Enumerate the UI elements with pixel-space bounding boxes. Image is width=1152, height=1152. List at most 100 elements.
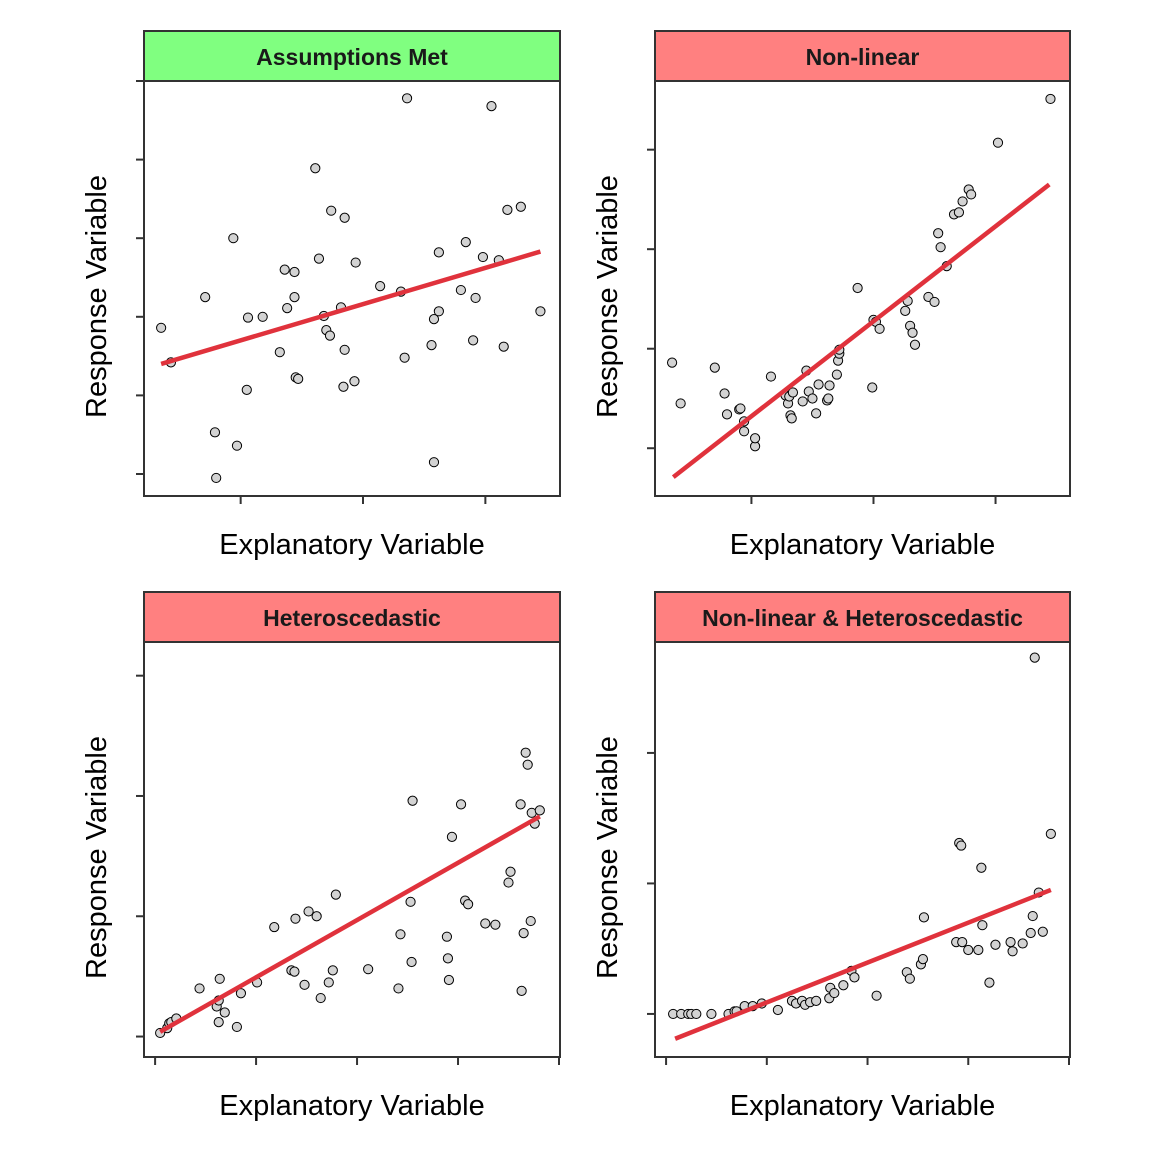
data-point: [871, 990, 882, 1001]
data-point: [470, 292, 481, 304]
data-point: [269, 921, 280, 933]
data-point: [957, 937, 968, 948]
data-point: [1005, 937, 1016, 948]
panel-title: Non-linear: [806, 44, 920, 70]
data-point: [490, 919, 501, 930]
data-point: [428, 457, 440, 468]
data-point: [966, 189, 977, 200]
data-point: [973, 944, 984, 956]
data-point: [480, 918, 491, 929]
data-point: [326, 205, 337, 216]
data-point: [339, 212, 350, 223]
data-point: [486, 101, 497, 112]
panel-title: Non-linear & Heteroscedastic: [702, 605, 1023, 631]
data-point: [963, 944, 974, 956]
x-axis-title: Explanatory Variable: [219, 1090, 484, 1122]
data-point: [917, 954, 929, 965]
data-point: [242, 312, 254, 323]
data-point: [823, 393, 834, 404]
data-point: [214, 973, 225, 984]
data-point: [918, 912, 930, 923]
data-point: [811, 408, 822, 419]
panel-title: Assumptions Met: [256, 44, 448, 70]
y-axis-title: Response Variable: [81, 736, 113, 979]
data-point: [976, 862, 987, 873]
data-point: [909, 339, 921, 350]
data-point: [1017, 938, 1028, 949]
data-point: [502, 204, 513, 216]
data-point: [200, 292, 211, 303]
data-point: [455, 284, 466, 296]
panel-top-left: Assumptions Met Explanatory Variable Respo…: [81, 30, 561, 561]
data-point: [393, 983, 404, 994]
data-point: [463, 899, 474, 910]
data-point: [194, 983, 205, 994]
data-point: [219, 1007, 230, 1018]
data-point: [213, 1017, 224, 1028]
data-point: [515, 201, 526, 212]
data-point: [1045, 93, 1056, 105]
data-point: [375, 281, 386, 292]
data-point: [535, 306, 546, 317]
data-point: [953, 207, 965, 218]
data-point: [441, 931, 453, 942]
data-point: [315, 992, 326, 1004]
data-point: [443, 974, 455, 986]
data-point: [395, 929, 406, 940]
data-point: [709, 362, 720, 373]
panel-title: Heteroscedastic: [263, 605, 441, 631]
data-point: [339, 344, 350, 355]
data-point: [505, 866, 516, 877]
data-point: [807, 393, 818, 404]
data-point: [1037, 926, 1048, 937]
data-point: [211, 472, 222, 484]
data-point: [900, 305, 911, 316]
data-point: [433, 247, 444, 258]
data-point: [907, 327, 918, 338]
data-point: [935, 242, 946, 253]
data-point: [797, 396, 808, 407]
data-point: [719, 388, 730, 399]
data-point: [772, 1004, 783, 1016]
data-point: [156, 322, 167, 333]
data-point: [289, 966, 300, 977]
x-axis-title: Explanatory Variable: [219, 529, 484, 561]
data-point: [867, 382, 878, 393]
data-point: [338, 381, 349, 392]
data-point: [874, 323, 885, 334]
data-point: [310, 163, 321, 174]
plot-area: [143, 641, 561, 1058]
data-point: [363, 964, 374, 975]
plot-area: [143, 80, 561, 497]
data-point: [399, 352, 410, 363]
data-point: [405, 896, 416, 907]
panel-bottom-right: Non-linear & Heteroscedastic Explanatory …: [592, 591, 1071, 1122]
data-point: [829, 987, 840, 999]
data-point: [516, 985, 527, 996]
data-point: [929, 296, 940, 308]
data-point: [442, 953, 454, 964]
data-point: [282, 303, 293, 314]
data-point: [1007, 946, 1018, 957]
data-point: [852, 282, 863, 294]
data-point: [522, 759, 533, 770]
data-point: [426, 339, 437, 351]
data-point: [1029, 652, 1040, 663]
data-point: [209, 427, 221, 438]
data-point: [786, 413, 797, 424]
data-point: [433, 306, 444, 317]
data-point: [477, 251, 489, 263]
data-point: [401, 93, 413, 104]
data-point: [293, 373, 304, 384]
data-point: [675, 398, 686, 409]
data-point: [933, 228, 944, 239]
data-point: [406, 956, 417, 968]
data-point: [739, 426, 750, 437]
data-point: [299, 979, 310, 990]
panel-top-right: Non-linear Explanatory Variable Response V…: [592, 30, 1071, 561]
data-point: [446, 831, 458, 842]
data-point: [460, 237, 471, 248]
plot-area: [654, 641, 1071, 1058]
data-point: [330, 889, 341, 900]
data-point: [904, 973, 915, 984]
